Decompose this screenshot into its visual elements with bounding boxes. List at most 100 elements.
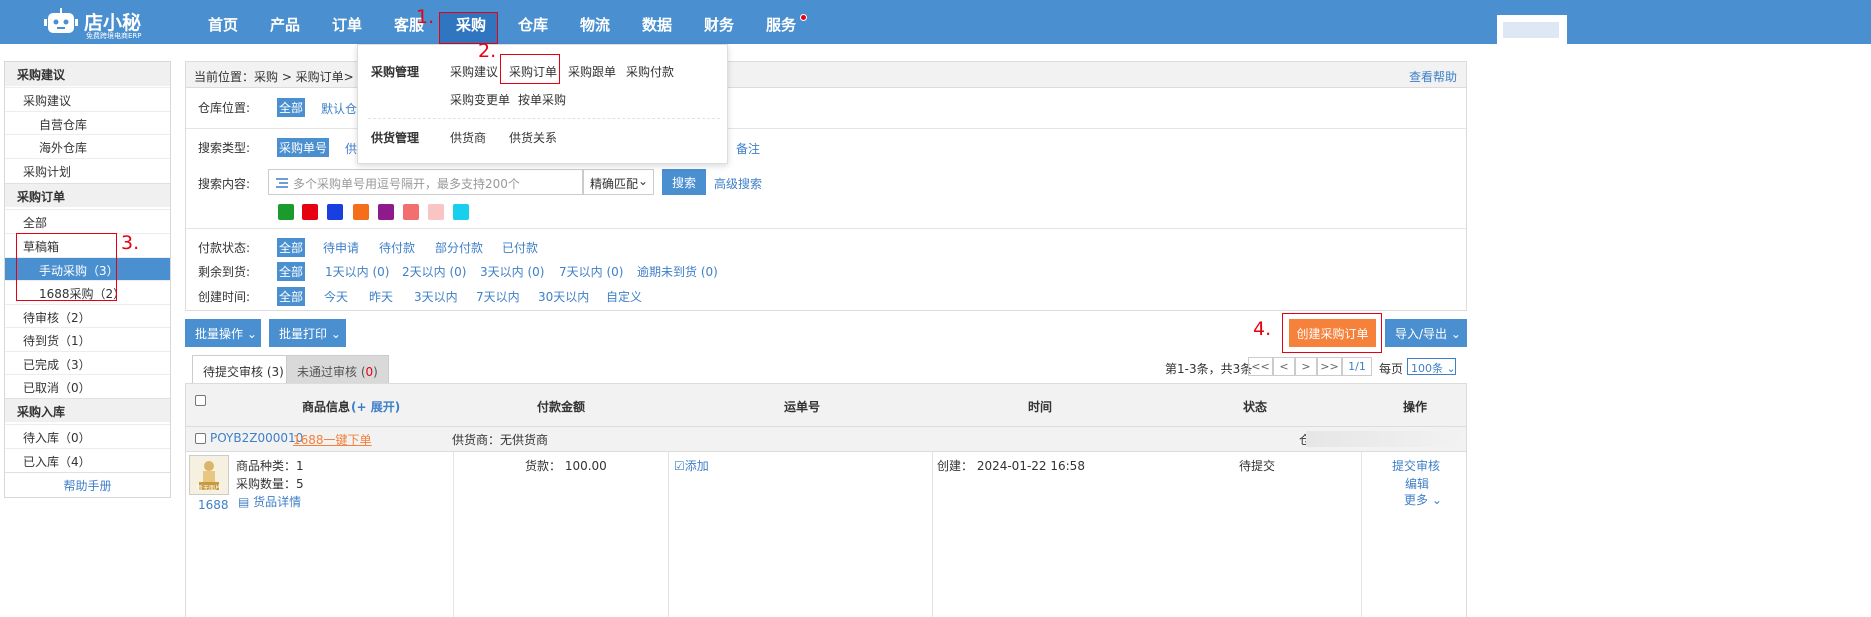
search-button[interactable]: 搜索 xyxy=(662,169,706,195)
annotation-2: 2. xyxy=(478,40,497,62)
menu-item-supplier[interactable]: 供货商 xyxy=(450,129,486,146)
sidebar-item-inbound-done[interactable]: 已入库（4） xyxy=(5,448,170,471)
page-first-button[interactable]: << xyxy=(1248,357,1273,376)
nav-warehouse[interactable]: 仓库 xyxy=(518,14,548,35)
flag-pink[interactable] xyxy=(403,204,419,220)
flag-red[interactable] xyxy=(302,204,318,220)
created-opt-all[interactable]: 全部 xyxy=(277,287,306,306)
nav-home[interactable]: 首页 xyxy=(208,14,238,35)
page-indicator: 1/1 xyxy=(1342,357,1372,376)
order-checkbox[interactable] xyxy=(195,433,206,444)
sidebar-item-all[interactable]: 全部 xyxy=(5,209,170,232)
warehouse-opt-all[interactable]: 全部 xyxy=(277,98,306,117)
col-tracking: 运单号 xyxy=(784,400,821,414)
chevron-down-icon: ⌄ xyxy=(637,174,648,188)
sidebar-item-pending-inbound[interactable]: 待入库（0） xyxy=(5,424,170,447)
nav-orders[interactable]: 订单 xyxy=(332,14,362,35)
created-opt-custom[interactable]: 自定义 xyxy=(606,288,642,305)
match-mode-select[interactable]: 精确匹配 ⌄ xyxy=(583,169,654,195)
robot-logo-icon xyxy=(44,8,78,33)
arrive-opt-1d[interactable]: 1天以内 (0) xyxy=(325,263,389,280)
notification-dot xyxy=(800,14,807,21)
nav-purchase[interactable]: 采购 xyxy=(456,14,486,35)
flag-orange[interactable] xyxy=(353,204,369,220)
annotation-4: 4. xyxy=(1253,318,1272,340)
pay-opt-all[interactable]: 全部 xyxy=(277,238,306,257)
nav-service[interactable]: 服务 xyxy=(766,14,796,35)
menu-item-purchase-advice[interactable]: 采购建议 xyxy=(450,63,498,80)
arrive-opt-7d[interactable]: 7天以内 (0) xyxy=(559,263,623,280)
per-page-select[interactable]: 100条 ⌄ xyxy=(1407,358,1456,375)
menu-item-purchase-payment[interactable]: 采购付款 xyxy=(626,63,674,80)
nav-logistics[interactable]: 物流 xyxy=(580,14,610,35)
page-next-button[interactable]: > xyxy=(1295,357,1317,376)
tab-rejected[interactable]: 未通过审核 (0) xyxy=(286,355,389,383)
sidebar-item-purchase-plan[interactable]: 采购计划 xyxy=(5,158,170,181)
arrive-opt-all[interactable]: 全部 xyxy=(277,262,306,281)
arrive-opt-overdue[interactable]: 逾期未到货 (0) xyxy=(637,263,718,280)
sidebar-item-pending-arrival[interactable]: 待到货（1） xyxy=(5,327,170,350)
flag-light-pink[interactable] xyxy=(428,204,444,220)
menu-item-purchase-tracking[interactable]: 采购跟单 xyxy=(568,63,616,80)
edit-link[interactable]: 编辑 xyxy=(1405,475,1429,492)
arrive-label: 剩余到货: xyxy=(198,265,251,279)
created-opt-today[interactable]: 今天 xyxy=(324,288,348,305)
order-id-link[interactable]: POYB2Z000010 xyxy=(210,431,303,445)
product-thumbnail[interactable]: 暂无图片 xyxy=(189,455,229,495)
more-link[interactable]: 更多 ⌄ xyxy=(1404,491,1442,508)
user-account-area[interactable] xyxy=(1497,15,1567,44)
search-type-supplier[interactable]: 供 xyxy=(345,140,357,157)
pay-opt-to-apply[interactable]: 待申请 xyxy=(323,239,359,256)
nav-finance[interactable]: 财务 xyxy=(704,14,734,35)
chevron-down-icon: ⌄ xyxy=(1431,493,1442,507)
product-details-link[interactable]: ▤ 货品详情 xyxy=(238,493,301,510)
create-purchase-order-button[interactable]: 创建采购订单 xyxy=(1289,319,1376,347)
select-all-checkbox[interactable] xyxy=(195,395,206,406)
created-opt-3d[interactable]: 3天以内 xyxy=(414,288,458,305)
advanced-search-link[interactable]: 高级搜索 xyxy=(714,175,762,192)
flag-blue[interactable] xyxy=(327,204,343,220)
annotation-box-3 xyxy=(16,233,117,301)
tab-rejected-count: 0 xyxy=(365,365,374,379)
sidebar-item-own-warehouse[interactable]: 自营仓库 xyxy=(5,111,170,134)
created-opt-30d[interactable]: 30天以内 xyxy=(538,288,589,305)
order-1688-tag[interactable]: 1688一键下单 xyxy=(293,431,372,448)
created-opt-7d[interactable]: 7天以内 xyxy=(476,288,520,305)
search-type-remark[interactable]: 备注 xyxy=(736,140,760,157)
help-link[interactable]: 查看帮助 xyxy=(1409,68,1457,85)
pay-opt-paid[interactable]: 已付款 xyxy=(502,239,538,256)
batch-print-button[interactable]: 批量打印 ⌄ xyxy=(269,319,346,347)
sidebar-item-pending-review[interactable]: 待审核（2） xyxy=(5,304,170,327)
flag-cyan[interactable] xyxy=(453,204,469,220)
import-export-button[interactable]: 导入/导出 ⌄ xyxy=(1385,319,1467,347)
sidebar-item-purchase-advice[interactable]: 采购建议 xyxy=(5,87,170,110)
page-last-button[interactable]: >> xyxy=(1317,357,1342,376)
flag-purple[interactable] xyxy=(378,204,394,220)
tab-pending-submit[interactable]: 待提交审核 (3) xyxy=(192,355,295,383)
menu-item-order-based-purchase[interactable]: 按单采购 xyxy=(518,91,566,108)
nav-products[interactable]: 产品 xyxy=(270,14,300,35)
sidebar-item-completed[interactable]: 已完成（3） xyxy=(5,351,170,374)
sidebar-help-link[interactable]: 帮助手册 xyxy=(5,472,170,496)
nav-data[interactable]: 数据 xyxy=(642,14,672,35)
flag-green[interactable] xyxy=(278,204,294,220)
add-tracking-link[interactable]: ☑添加 xyxy=(674,457,709,474)
arrive-opt-3d[interactable]: 3天以内 (0) xyxy=(480,263,544,280)
annotation-3: 3. xyxy=(121,232,140,254)
search-input[interactable]: 多个采购单号用逗号隔开，最多支持200个 xyxy=(268,169,583,195)
sidebar-item-overseas-warehouse[interactable]: 海外仓库 xyxy=(5,134,170,157)
page-prev-button[interactable]: < xyxy=(1273,357,1295,376)
pay-opt-partial[interactable]: 部分付款 xyxy=(435,239,483,256)
expand-toggle[interactable]: (+ 展开) xyxy=(351,398,400,415)
arrive-opt-2d[interactable]: 2天以内 (0) xyxy=(402,263,466,280)
created-time-label: 创建时间: xyxy=(198,290,251,304)
sidebar-item-cancelled[interactable]: 已取消（0） xyxy=(5,374,170,397)
search-type-order-no[interactable]: 采购单号 xyxy=(277,138,330,157)
created-opt-yesterday[interactable]: 昨天 xyxy=(369,288,393,305)
menu-item-purchase-change[interactable]: 采购变更单 xyxy=(450,91,510,108)
batch-operation-button[interactable]: 批量操作 ⌄ xyxy=(185,319,261,347)
menu-item-supply-relation[interactable]: 供货关系 xyxy=(509,129,557,146)
submit-review-link[interactable]: 提交审核 xyxy=(1392,457,1440,474)
pay-opt-to-pay[interactable]: 待付款 xyxy=(379,239,415,256)
payment-amount: 货款： 100.00 xyxy=(525,459,607,473)
